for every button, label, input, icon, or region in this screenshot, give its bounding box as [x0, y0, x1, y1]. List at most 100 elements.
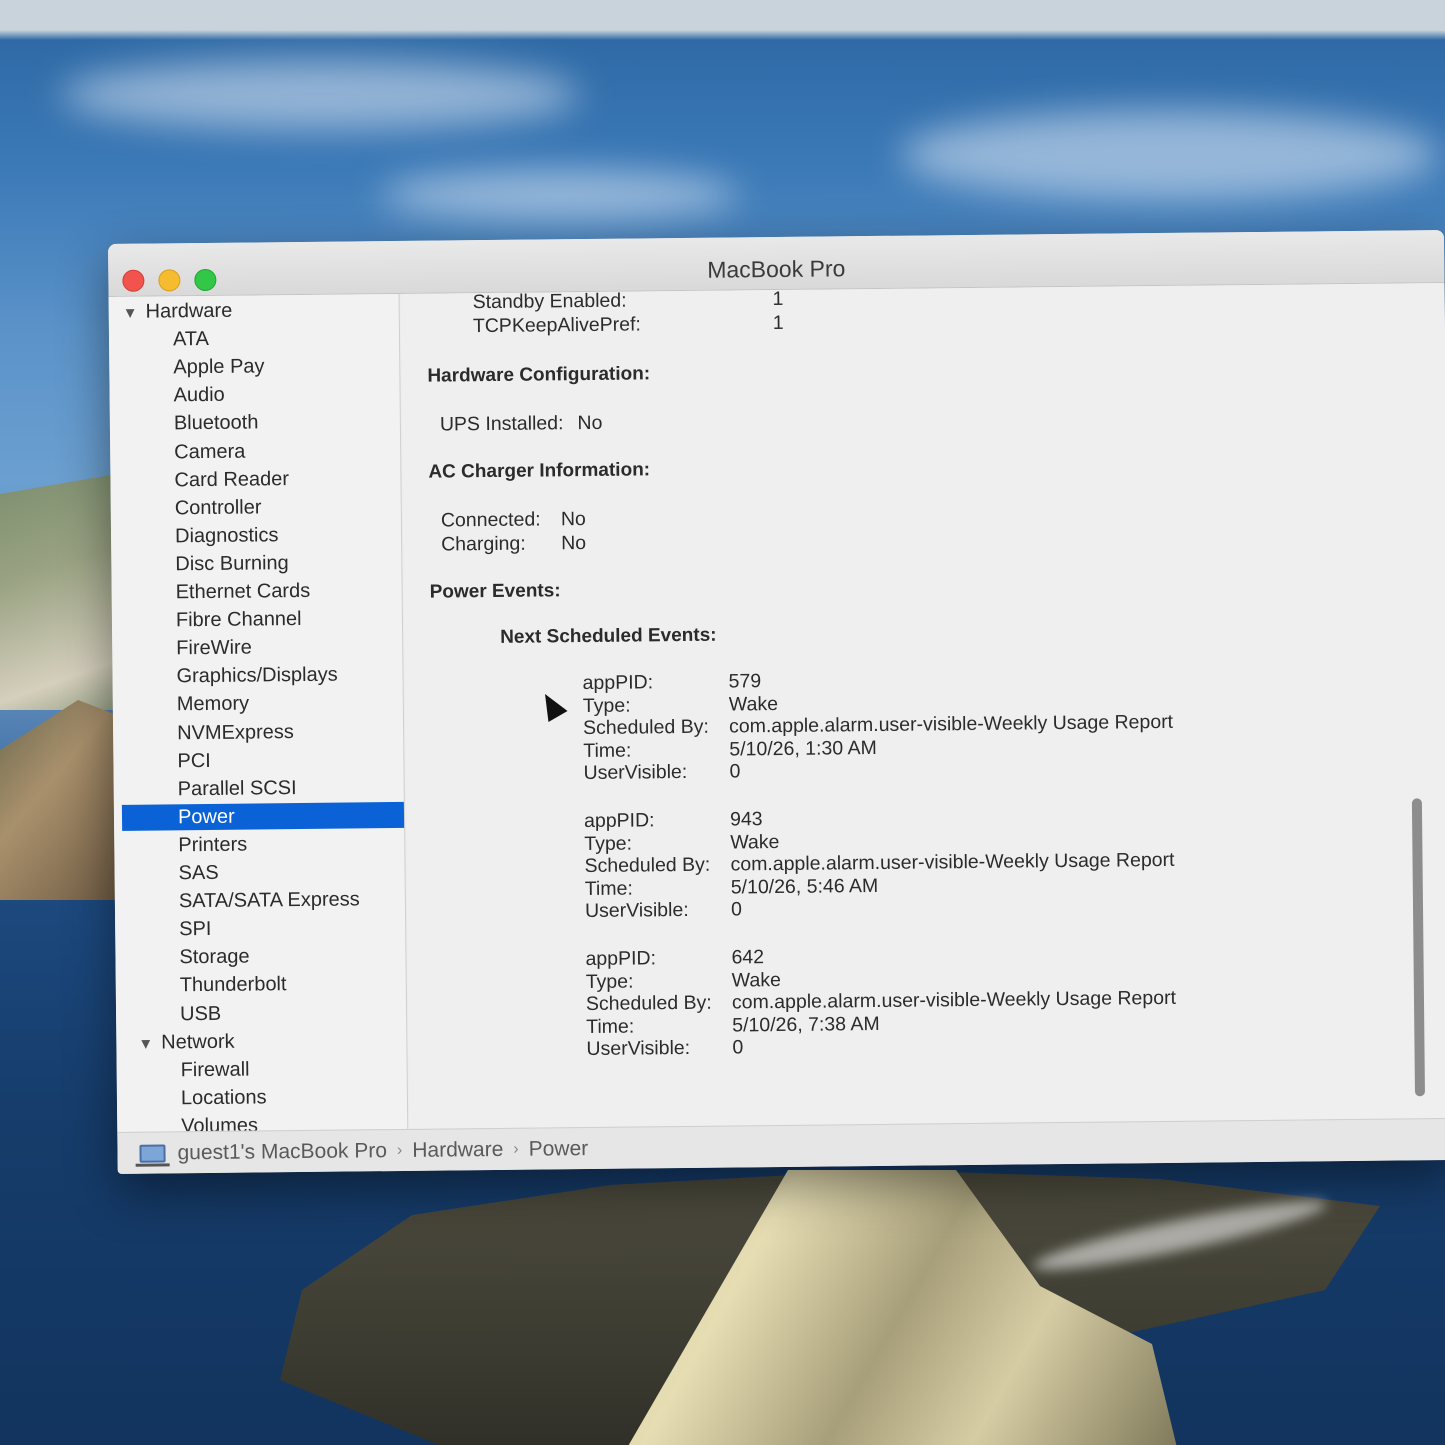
sidebar-item[interactable]: USB — [180, 1002, 221, 1025]
sidebar-item[interactable]: Controller — [175, 496, 262, 520]
event-field-row: Scheduled By: com.apple.alarm.user-visibl… — [582, 711, 1173, 740]
event-field-row: Type: Wake — [584, 831, 779, 855]
connected-value: No — [560, 508, 586, 531]
event-field-value: 0 — [732, 1036, 744, 1059]
window-title: MacBook Pro — [707, 255, 846, 283]
sidebar-item[interactable]: Disc Burning — [175, 552, 289, 576]
section-heading: AC Charger Information: — [428, 459, 651, 483]
sidebar-item[interactable]: Card Reader — [174, 468, 289, 492]
sidebar-item[interactable]: Locations — [181, 1086, 267, 1110]
sidebar-group-network[interactable]: ▼ Network — [138, 1030, 234, 1054]
event-field-value: com.apple.alarm.user-visible-Weekly Usag… — [731, 987, 1177, 1014]
event-field-row: appPID: 943 — [583, 808, 763, 833]
section-heading: Power Events: — [429, 580, 561, 603]
event-field-row: Type: Wake — [585, 969, 781, 993]
event-field-value: com.apple.alarm.user-visible-Weekly Usag… — [730, 849, 1175, 876]
sidebar-item[interactable]: Graphics/Displays — [176, 664, 337, 689]
event-field-label: appPID: — [585, 947, 657, 971]
event-field-row: appPID: 642 — [585, 946, 764, 971]
event-field-row: Scheduled By: com.apple.alarm.user-visibl… — [585, 987, 1176, 1016]
event-field-row: UserVisible: 0 — [583, 761, 740, 785]
event-field-value: 0 — [730, 898, 742, 921]
event-field-label: UserVisible: — [583, 761, 688, 785]
event-field-row: Time: 5/10/26, 5:46 AM — [584, 875, 879, 901]
vertical-scrollbar[interactable] — [1411, 798, 1425, 1097]
sidebar-item[interactable]: Audio — [173, 384, 224, 408]
sidebar-item[interactable]: Storage — [179, 946, 249, 970]
setting-label: Standby Enabled: — [472, 289, 627, 314]
breadcrumb-power[interactable]: Power — [529, 1137, 589, 1162]
event-field-label: Scheduled By: — [585, 991, 712, 1016]
event-field-label: Type: — [585, 970, 634, 993]
event-field-row: Type: Wake — [582, 693, 778, 717]
connected-row: Connected: No — [440, 508, 586, 532]
sidebar-item[interactable]: SATA/SATA Express — [179, 888, 360, 913]
connected-label: Connected: — [440, 508, 541, 532]
ups-label: UPS Installed: — [439, 412, 564, 436]
sidebar-item[interactable]: Diagnostics — [175, 524, 279, 548]
sidebar-item[interactable]: Printers — [178, 833, 247, 857]
sidebar-item[interactable]: SAS — [178, 862, 218, 885]
event-field-value: 5/10/26, 1:30 AM — [729, 736, 877, 761]
disclosure-triangle-icon[interactable]: ▼ — [138, 1035, 153, 1052]
sidebar-item[interactable]: Power — [121, 801, 409, 831]
breadcrumb-separator: › — [396, 1141, 403, 1159]
cloud — [60, 60, 580, 130]
event-field-label: Type: — [584, 832, 633, 855]
sidebar-item[interactable]: Bluetooth — [174, 412, 259, 436]
sidebar-item[interactable]: Camera — [174, 440, 245, 464]
sidebar-item[interactable]: FireWire — [176, 637, 252, 661]
setting-label: TCPKeepAlivePref: — [472, 313, 641, 338]
event-field-value: 943 — [729, 808, 763, 831]
charging-value: No — [561, 532, 587, 555]
setting-row: TCPKeepAlivePref: 1 — [472, 312, 784, 338]
sidebar-item[interactable]: Firewall — [181, 1058, 250, 1082]
setting-value: 1 — [772, 287, 784, 311]
sidebar-item[interactable]: Thunderbolt — [180, 974, 287, 998]
breadcrumb-hardware[interactable]: Hardware — [412, 1137, 503, 1162]
ups-value: No — [577, 411, 603, 435]
sidebar-item[interactable]: Ethernet Cards — [176, 580, 311, 604]
event-field-value: Wake — [730, 830, 780, 854]
event-field-label: Type: — [582, 694, 631, 717]
event-field-row: Time: 5/10/26, 7:38 AM — [586, 1013, 880, 1039]
sidebar-item[interactable]: Parallel SCSI — [178, 777, 297, 801]
event-field-label: Scheduled By: — [584, 853, 711, 878]
event-field-label: Time: — [584, 877, 633, 900]
sidebar-item[interactable]: NVMExpress — [177, 721, 294, 745]
event-field-label: Time: — [583, 739, 632, 762]
setting-value: 1 — [772, 311, 784, 335]
system-information-window: MacBook Pro ▼ Hardware ATA Apple Pay Audio B… — [108, 230, 1445, 1174]
subsection-heading: Next Scheduled Events: — [500, 624, 717, 648]
event-field-value: 642 — [731, 946, 765, 969]
ups-row: UPS Installed: No — [440, 412, 603, 437]
breadcrumb-computer[interactable]: guest1's MacBook Pro — [177, 1139, 387, 1165]
event-field-value: Wake — [731, 968, 781, 992]
sidebar-item[interactable]: ATA — [173, 328, 209, 351]
sidebar-item[interactable]: Volumes — [181, 1114, 258, 1132]
event-field-label: UserVisible: — [584, 899, 689, 923]
sidebar-item[interactable]: Fibre Channel — [176, 608, 302, 632]
sidebar-item[interactable]: Apple Pay — [173, 356, 264, 380]
charging-label: Charging: — [441, 532, 526, 556]
event-field-label: appPID: — [583, 809, 655, 833]
event-field-row: appPID: 579 — [582, 670, 762, 695]
laptop-icon — [139, 1143, 166, 1163]
event-field-label: Scheduled By: — [582, 715, 709, 740]
charging-row: Charging: No — [441, 532, 586, 557]
event-field-value: 5/10/26, 5:46 AM — [730, 874, 879, 899]
sidebar[interactable]: ▼ Hardware ATA Apple Pay Audio Bluetooth Came… — [108, 293, 409, 1132]
cloud — [380, 170, 740, 220]
cloud — [900, 110, 1440, 200]
event-field-row: Time: 5/10/26, 1:30 AM — [583, 737, 877, 763]
sidebar-item[interactable]: PCI — [177, 750, 211, 773]
event-field-row: Scheduled By: com.apple.alarm.user-visibl… — [584, 849, 1174, 878]
disclosure-triangle-icon[interactable]: ▼ — [123, 305, 138, 322]
event-field-label: appPID: — [582, 671, 654, 695]
sidebar-item[interactable]: Memory — [177, 693, 249, 717]
event-field-row: UserVisible: 0 — [586, 1037, 743, 1061]
sidebar-item[interactable]: SPI — [179, 918, 211, 941]
event-field-value: Wake — [728, 692, 779, 716]
event-field-value: 579 — [728, 670, 762, 693]
sidebar-group-hardware[interactable]: ▼ Hardware — [123, 300, 233, 324]
